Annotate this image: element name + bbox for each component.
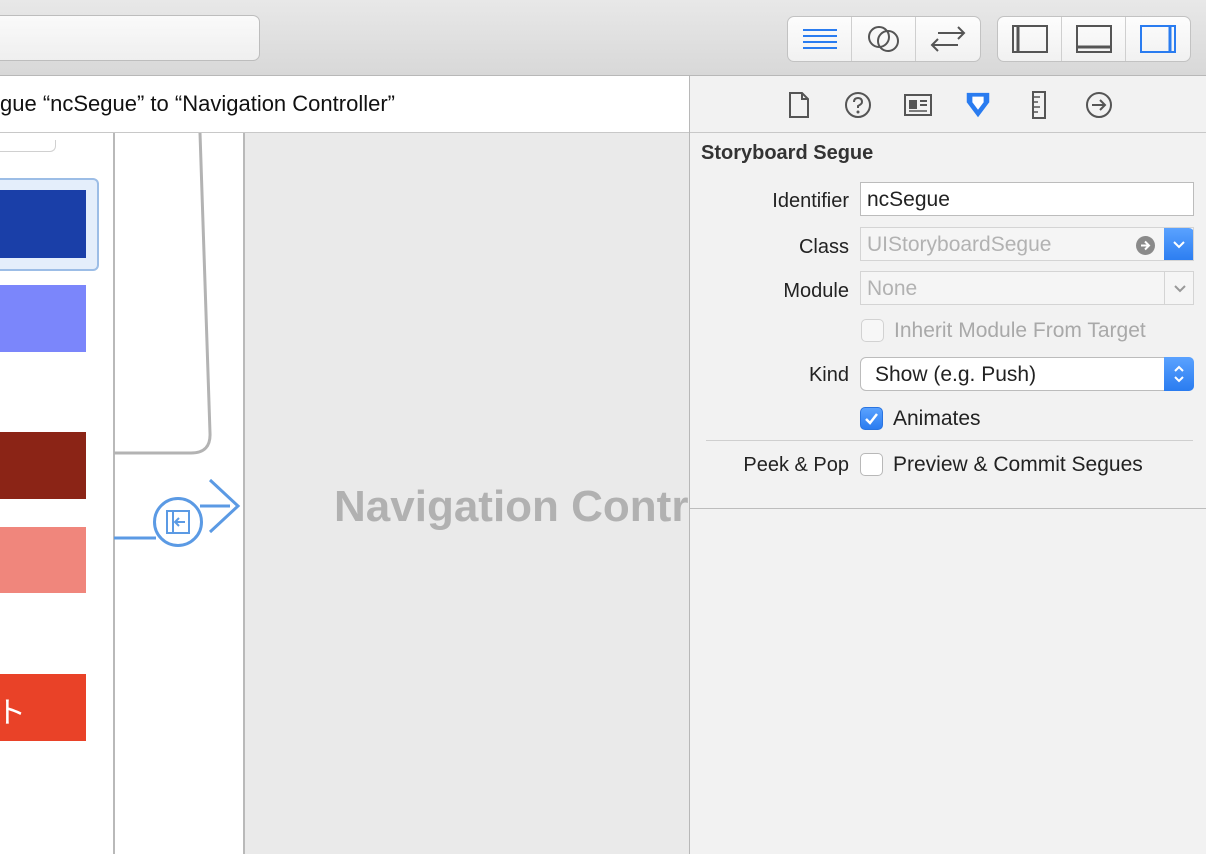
section-title: Storyboard Segue (701, 142, 874, 164)
animates-label: Animates (893, 407, 981, 430)
tab-identity-inspector[interactable] (903, 90, 933, 120)
activity-viewer (0, 15, 260, 61)
separator (706, 440, 1193, 441)
inherit-module-checkbox[interactable] (861, 319, 884, 342)
navigator-toggle-button[interactable] (998, 17, 1062, 61)
inspector-tab-bar (690, 76, 1206, 133)
class-combo[interactable]: UIStoryboardSegue (860, 227, 1194, 261)
tab-quick-help[interactable] (843, 90, 873, 120)
kind-value: Show (e.g. Push) (875, 363, 1037, 386)
module-combo[interactable]: None (860, 271, 1194, 305)
utilities-toggle-button[interactable] (1126, 17, 1190, 61)
scene-title: Navigation Contr (334, 482, 689, 531)
identifier-field[interactable]: ncSegue (860, 182, 1194, 216)
debug-area-toggle-button[interactable] (1062, 17, 1126, 61)
preview-commit-label: Preview & Commit Segues (893, 453, 1143, 476)
file-inspector-icon (789, 92, 809, 118)
preview-commit-checkbox[interactable] (860, 453, 883, 476)
connections-inspector-icon (1086, 92, 1112, 118)
button-label: ト (0, 697, 26, 730)
segue-icon (166, 510, 190, 534)
assistant-editor-button[interactable] (852, 17, 916, 61)
jump-bar-path: gue “ncSegue” to “Navigation Controller” (0, 91, 395, 116)
editor-mode-control (787, 16, 981, 62)
color-button[interactable]: ト (0, 674, 86, 741)
assistant-editor-icon (867, 26, 899, 52)
module-label: Module (783, 280, 849, 302)
kind-popup-button[interactable] (1164, 357, 1194, 391)
utilities-toggle-icon (1140, 25, 1176, 53)
kind-label: Kind (808, 364, 849, 386)
version-editor-icon (930, 26, 966, 52)
identifier-label: Identifier (772, 190, 849, 212)
go-to-class-icon[interactable] (1136, 236, 1155, 255)
standard-editor-icon (802, 29, 837, 49)
identity-inspector-icon (904, 94, 932, 116)
class-label: Class (798, 236, 849, 258)
standard-editor-button[interactable] (788, 17, 852, 61)
inherit-module-label: Inherit Module From Target (894, 319, 1146, 342)
toolbar (0, 0, 1206, 76)
chevron-down-icon (1173, 285, 1186, 293)
checkmark-icon (865, 413, 878, 425)
segue-connection (114, 133, 241, 540)
kind-popup[interactable]: Show (e.g. Push) (860, 357, 1194, 391)
tab-size-inspector[interactable] (1024, 90, 1054, 120)
module-dropdown-button[interactable] (1164, 272, 1193, 304)
size-inspector-icon (1032, 91, 1046, 119)
quick-help-icon (845, 92, 871, 118)
attributes-inspector-icon (966, 92, 990, 118)
chevron-down-icon (1173, 241, 1185, 249)
animates-checkbox[interactable] (860, 407, 883, 430)
tab-connections-inspector[interactable] (1084, 90, 1114, 120)
version-editor-button[interactable] (916, 17, 980, 61)
up-down-chevron-icon (1174, 365, 1184, 383)
navigator-toggle-icon (1011, 25, 1048, 53)
class-placeholder: UIStoryboardSegue (867, 233, 1052, 256)
attributes-inspector: Storyboard Segue Identifier ncSegue Clas… (689, 76, 1206, 854)
tab-attributes-inspector[interactable] (963, 90, 993, 120)
module-placeholder: None (867, 277, 918, 300)
peek-pop-label: Peek & Pop (743, 454, 849, 476)
tab-file-inspector[interactable] (784, 90, 814, 120)
debug-area-toggle-icon (1075, 25, 1112, 53)
section-divider (690, 508, 1206, 509)
segue-node[interactable] (153, 497, 203, 547)
jump-bar[interactable]: gue “ncSegue” to “Navigation Controller” (0, 76, 689, 133)
class-dropdown-button[interactable] (1164, 228, 1193, 260)
view-toggle-control (997, 16, 1191, 62)
